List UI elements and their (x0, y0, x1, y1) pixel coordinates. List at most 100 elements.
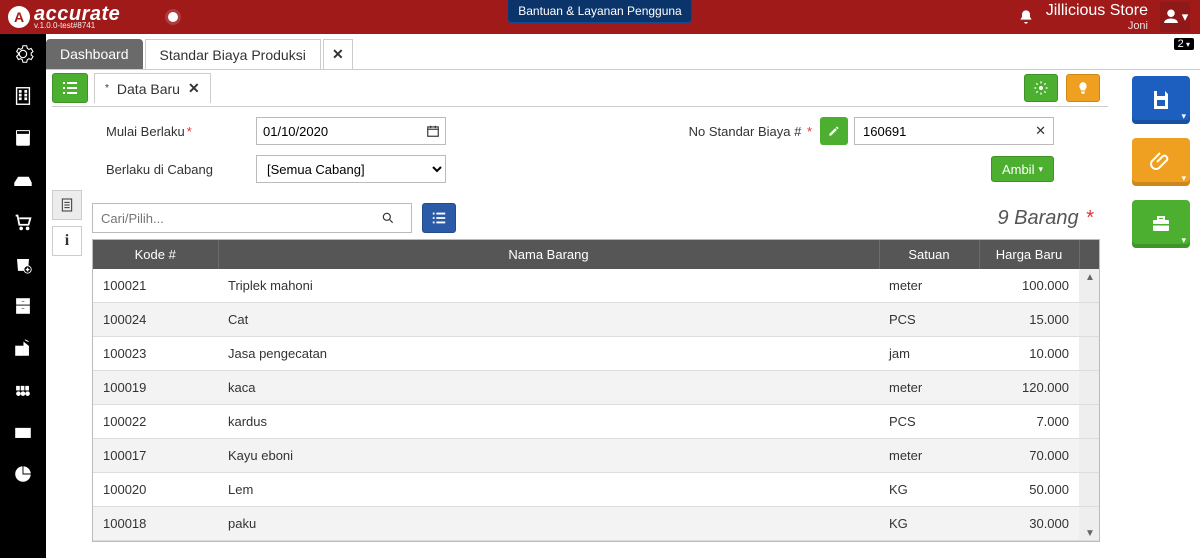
cell-satuan: meter (879, 269, 979, 303)
table-row[interactable]: 100018pakuKG30.000 (93, 507, 1099, 541)
form-area: Mulai Berlaku* No Standar Biaya # * ✕ Be… (46, 107, 1114, 197)
scroll-up-icon[interactable]: ▲ (1083, 272, 1097, 283)
berlaku-cabang-field[interactable]: [Semua Cabang] (256, 155, 446, 183)
table-row[interactable]: 100022kardusPCS7.000 (93, 405, 1099, 439)
cell-harga: 10.000 (979, 337, 1079, 371)
cell-satuan: meter (879, 439, 979, 473)
subtab-label: Data Baru (117, 81, 180, 97)
tab-notification-badge[interactable]: 2 ▾ (1174, 38, 1194, 50)
cell-harga: 30.000 (979, 507, 1079, 541)
cell-scroll (1079, 473, 1099, 507)
cell-nama: Jasa pengecatan (218, 337, 879, 371)
mulai-berlaku-field[interactable] (256, 117, 446, 145)
col-kode[interactable]: Kode # (93, 240, 218, 269)
ambil-button[interactable]: Ambil ▾ (991, 156, 1054, 182)
attachment-button[interactable]: ▾ (1132, 138, 1190, 186)
edit-nostd-button[interactable] (820, 117, 848, 145)
table-row[interactable]: 100021Triplek mahonimeter100.000 (93, 269, 1099, 303)
table-row[interactable]: 100017Kayu ebonimeter70.000 (93, 439, 1099, 473)
cell-kode: 100018 (93, 507, 218, 541)
notifications-button[interactable] (1018, 9, 1034, 25)
items-table: Kode # Nama Barang Satuan Harga Baru 100… (92, 239, 1100, 542)
cell-nama: Lem (218, 473, 879, 507)
nav-sales[interactable] (9, 208, 37, 236)
wallet-icon (12, 169, 34, 191)
person-icon (1162, 8, 1180, 26)
detail-tab-lines[interactable] (52, 190, 82, 220)
cart-icon (12, 211, 34, 233)
mulai-berlaku-input[interactable] (256, 117, 446, 145)
close-icon[interactable]: ✕ (188, 80, 200, 97)
workspace: * Data Baru ✕ Mulai Berlaku* (46, 70, 1200, 558)
table-row[interactable]: 100019kacameter120.000 (93, 371, 1099, 405)
chevron-down-icon: ▾ (1181, 235, 1186, 246)
item-picker-button[interactable] (422, 203, 456, 233)
berlaku-cabang-select[interactable]: [Semua Cabang] (256, 155, 446, 183)
cell-harga: 50.000 (979, 473, 1079, 507)
svg-text:TAX: TAX (18, 432, 29, 438)
action-rail: ▾ ▾ ▾ (1132, 76, 1190, 248)
detail-tab-info[interactable]: i (52, 226, 82, 256)
form-settings-button[interactable] (1024, 74, 1058, 102)
nav-settings[interactable] (9, 40, 37, 68)
col-harga[interactable]: Harga Baru (979, 240, 1079, 269)
mulai-berlaku-label: Mulai Berlaku* (106, 124, 256, 139)
toolbox-button[interactable]: ▾ (1132, 200, 1190, 248)
nav-production[interactable] (9, 376, 37, 404)
brand-logo[interactable]: A accurate v.1.0.0-test#8741 (0, 4, 128, 30)
subtab-bar: * Data Baru ✕ (46, 70, 1114, 106)
cell-kode: 100019 (93, 371, 218, 405)
scroll-down-icon[interactable]: ▼ (1083, 528, 1097, 539)
chevron-down-icon: ▾ (1182, 9, 1189, 25)
save-button[interactable]: ▾ (1132, 76, 1190, 124)
building-icon (12, 85, 34, 107)
help-services-button[interactable]: Bantuan & Layanan Pengguna (507, 0, 692, 23)
cell-satuan: meter (879, 371, 979, 405)
tab-standar-biaya-produksi[interactable]: Standar Biaya Produksi (145, 39, 321, 69)
topbar: A accurate v.1.0.0-test#8741 Bantuan & L… (0, 0, 1200, 34)
col-nama[interactable]: Nama Barang (218, 240, 879, 269)
account-block[interactable]: Jillicious Store Joni (1046, 2, 1148, 32)
table-header-row: Kode # Nama Barang Satuan Harga Baru (93, 240, 1099, 269)
table-row[interactable]: 100023Jasa pengecatanjam10.000 (93, 337, 1099, 371)
list-view-button[interactable] (52, 73, 88, 103)
cell-nama: Cat (218, 303, 879, 337)
nav-tax[interactable]: TAX (9, 418, 37, 446)
item-search-field[interactable] (92, 203, 412, 233)
cell-harga: 100.000 (979, 269, 1079, 303)
list-icon (431, 211, 447, 225)
no-standar-biaya-input[interactable] (854, 117, 1054, 145)
detail-rail: i (52, 190, 82, 256)
profile-menu-button[interactable]: ▾ (1160, 2, 1190, 32)
nav-company[interactable] (9, 82, 37, 110)
tax-icon: TAX (12, 421, 34, 443)
help-services-label: Bantuan & Layanan Pengguna (518, 4, 681, 18)
item-search-input[interactable] (93, 211, 381, 226)
chevron-down-icon: ▾ (1181, 173, 1186, 184)
nav-purchase[interactable] (9, 250, 37, 278)
cell-satuan: KG (879, 507, 979, 541)
book-icon (12, 127, 34, 149)
calendar-icon[interactable] (426, 124, 440, 138)
hint-button[interactable] (1066, 74, 1100, 102)
tab-dashboard[interactable]: Dashboard (46, 39, 143, 69)
nav-assets[interactable] (9, 334, 37, 362)
cell-kode: 100020 (93, 473, 218, 507)
search-button[interactable] (381, 211, 411, 225)
table-row[interactable]: 100020LemKG50.000 (93, 473, 1099, 507)
chevron-down-icon: ▾ (1184, 40, 1190, 49)
tab-close-button[interactable]: ✕ (323, 39, 353, 69)
nav-cash[interactable] (9, 166, 37, 194)
cell-kode: 100023 (93, 337, 218, 371)
record-indicator-icon[interactable] (168, 12, 178, 22)
nav-reports[interactable] (9, 460, 37, 488)
clear-icon[interactable]: ✕ (1035, 123, 1046, 139)
cell-scroll (1079, 303, 1099, 337)
nav-ledger[interactable] (9, 124, 37, 152)
col-satuan[interactable]: Satuan (879, 240, 979, 269)
nav-inventory[interactable] (9, 292, 37, 320)
cell-nama: Triplek mahoni (218, 269, 879, 303)
paperclip-icon (1149, 150, 1173, 174)
table-row[interactable]: 100024CatPCS15.000 (93, 303, 1099, 337)
subtab-data-baru[interactable]: * Data Baru ✕ (94, 73, 211, 103)
